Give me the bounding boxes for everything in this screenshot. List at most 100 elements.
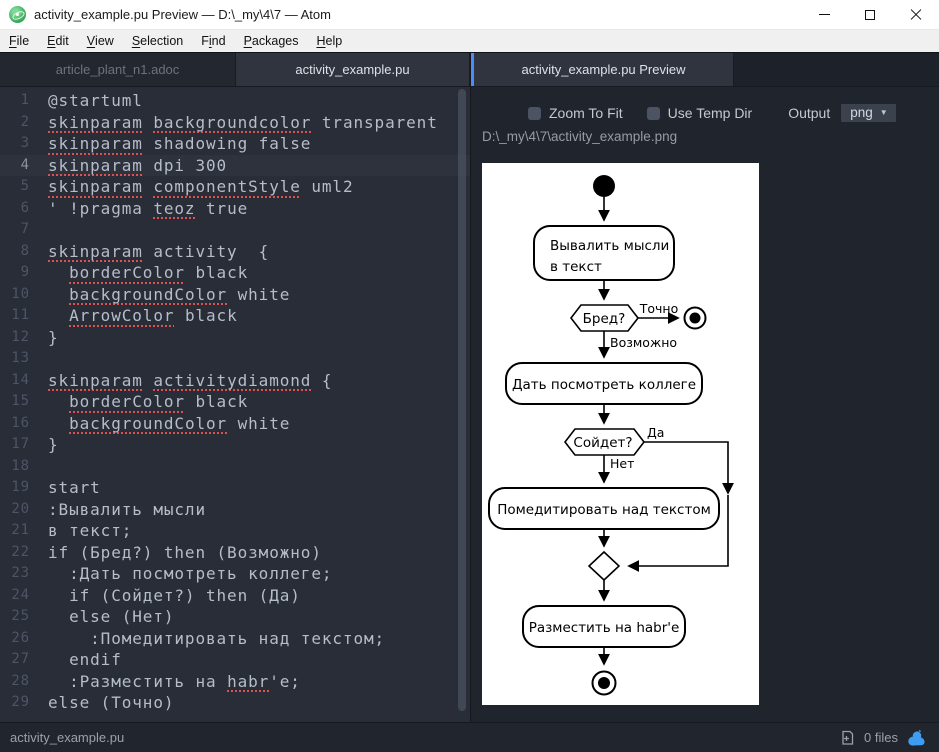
code-line-2[interactable]: 2 skinparam backgroundcolor transparent (0, 112, 470, 134)
code-line-text: skinparam componentStyle uml2 (48, 177, 354, 196)
code-line-3[interactable]: 3 skinparam shadowing false (0, 133, 470, 155)
preview-tab-strip: activity_example.pu Preview (471, 53, 939, 87)
activity-diagram-svg: Вывалить мысли в текст Бред? Точно Возмо… (488, 175, 734, 696)
menu-help[interactable]: Help (307, 30, 351, 52)
line-number: 3 (20, 135, 30, 151)
editor-scrollbar[interactable] (458, 89, 466, 711)
line-number: 11 (11, 307, 30, 323)
code-line-4[interactable]: 4 skinparam dpi 300 (0, 154, 470, 176)
code-line-1[interactable]: 1 @startuml (0, 90, 470, 112)
svg-text:Дать посмотреть коллеге: Дать посмотреть коллеге (512, 377, 696, 393)
code-line-13[interactable]: 13 (0, 348, 470, 370)
editor-pane: article_plant_n1.adoc activity_example.p… (0, 53, 470, 722)
status-file-name[interactable]: activity_example.pu (10, 730, 124, 745)
svg-text:Возможно: Возможно (610, 335, 677, 350)
merge-diamond (587, 550, 621, 582)
code-line-5[interactable]: 5 skinparam componentStyle uml2 (0, 176, 470, 198)
line-number: 17 (11, 436, 30, 452)
code-line-14[interactable]: 14 skinparam activitydiamond { (0, 370, 470, 392)
title-bar: activity_example.pu Preview — D:\_my\4\7… (0, 0, 939, 30)
squirrel-icon[interactable] (906, 728, 927, 748)
window-title: activity_example.pu Preview — D:\_my\4\7… (34, 7, 331, 22)
code-line-10[interactable]: 10 backgroundColor white (0, 284, 470, 306)
output-label: Output (788, 105, 831, 121)
use-temp-dir-checkbox[interactable] (646, 106, 660, 120)
line-number: 2 (20, 113, 30, 130)
code-line-7[interactable]: 7 (0, 219, 470, 241)
menu-selection[interactable]: Selection (123, 30, 192, 52)
code-line-text: } (48, 327, 59, 347)
menu-edit[interactable]: Edit (38, 30, 78, 52)
svg-text:в текст: в текст (550, 259, 602, 275)
preview-controls: Zoom To Fit Use Temp Dir Output png ▼ (528, 103, 897, 123)
code-line-text: } (48, 435, 59, 454)
code-line-19[interactable]: 19 start (0, 477, 470, 499)
code-line-18[interactable]: 18 (0, 456, 470, 478)
code-line-15[interactable]: 15 borderColor black (0, 391, 470, 413)
code-line-text: start (48, 478, 101, 497)
svg-text:Сойдет?: Сойдет? (573, 435, 632, 451)
menu-packages[interactable]: Packages (235, 30, 308, 52)
menu-find[interactable]: Fi nd (192, 30, 234, 52)
code-line-text: ArrowColor black (69, 306, 238, 325)
code-line-text: skinparam activity { (48, 241, 270, 261)
code-line-text: skinparam backgroundcolor transparent (48, 112, 438, 132)
line-number: 10 (11, 285, 30, 302)
svg-text:Разместить на habr'e: Разместить на habr'e (529, 620, 680, 636)
menu-file[interactable]: File (0, 30, 38, 52)
line-number: 6 (20, 199, 30, 216)
code-line-12[interactable]: 12} (0, 327, 470, 349)
code-line-11[interactable]: 11 ArrowColor black (0, 305, 470, 327)
code-line-9[interactable]: 9 borderColor black (0, 262, 470, 284)
line-number: 12 (11, 328, 30, 345)
menu-bar: File Edit View Selection Fi nd Packages Help (0, 30, 939, 53)
minimize-button[interactable] (801, 0, 847, 29)
code-line-16[interactable]: 16 backgroundColor white (0, 413, 470, 435)
code-line-text: borderColor black (69, 392, 249, 411)
status-right-cluster: 0 files (839, 728, 927, 748)
code-line-28[interactable]: 28 :Разместить на habr'e; (0, 671, 470, 693)
output-format-dropdown[interactable]: png ▼ (840, 103, 897, 123)
code-line-text: :Вывалить мысли (48, 499, 206, 519)
code-line-25[interactable]: 25 else (Нет) (0, 606, 470, 628)
tab-activity-example[interactable]: activity_example.pu (236, 53, 470, 86)
zoom-to-fit-checkbox[interactable] (528, 106, 541, 120)
tab-article-plant-n1[interactable]: article_plant_n1.adoc (0, 53, 236, 86)
line-number: 26 (11, 629, 30, 646)
code-line-text: backgroundColor white (69, 284, 291, 304)
code-line-29[interactable]: 29 else (Точно) (0, 692, 470, 714)
use-temp-dir-label: Use Temp Dir (667, 105, 753, 121)
tab-preview[interactable]: activity_example.pu Preview (474, 53, 734, 86)
preview-pane: activity_example.pu Preview Zoom To Fit … (470, 53, 939, 722)
status-files-count[interactable]: 0 files (864, 730, 898, 745)
tab-label: article_plant_n1.adoc (55, 62, 180, 77)
code-line-6[interactable]: 6 ' !pragma teoz true (0, 198, 470, 220)
code-line-8[interactable]: 8 skinparam activity { (0, 241, 470, 263)
code-line-27[interactable]: 27 endif (0, 649, 470, 671)
line-number: 20 (11, 500, 30, 517)
code-line-text: else (Нет) (48, 607, 175, 626)
start-node (593, 175, 615, 197)
svg-text:Бред?: Бред? (583, 311, 626, 327)
code-line-26[interactable]: 26 :Помедитировать над текстом; (0, 628, 470, 650)
line-number: 9 (20, 264, 30, 280)
svg-text:Помедитировать над текстом: Помедитировать над текстом (497, 502, 711, 518)
close-icon (910, 9, 922, 21)
preview-content: Zoom To Fit Use Temp Dir Output png ▼ D:… (471, 87, 939, 722)
code-line-24[interactable]: 24 if (Сойдет?) then (Да) (0, 585, 470, 607)
code-line-17[interactable]: 17} (0, 434, 470, 456)
code-line-text: skinparam activitydiamond { (48, 370, 333, 390)
zoom-to-fit-label: Zoom To Fit (549, 105, 623, 121)
maximize-button[interactable] (847, 0, 893, 29)
close-button[interactable] (893, 0, 939, 29)
svg-text:Вывалить мысли: Вывалить мысли (550, 238, 669, 254)
code-line-23[interactable]: 23 :Дать посмотреть коллеге; (0, 563, 470, 585)
code-line-22[interactable]: 22 if (Бред?) then (Возможно) (0, 542, 470, 564)
code-line-20[interactable]: 20 :Вывалить мысли (0, 499, 470, 521)
code-editor[interactable]: 1 @startuml 2 skinparam backgroundcolor tra… (0, 87, 470, 722)
menu-view[interactable]: View (78, 30, 123, 52)
svg-text:Да: Да (647, 425, 664, 440)
code-line-21[interactable]: 21 в текст; (0, 520, 470, 542)
